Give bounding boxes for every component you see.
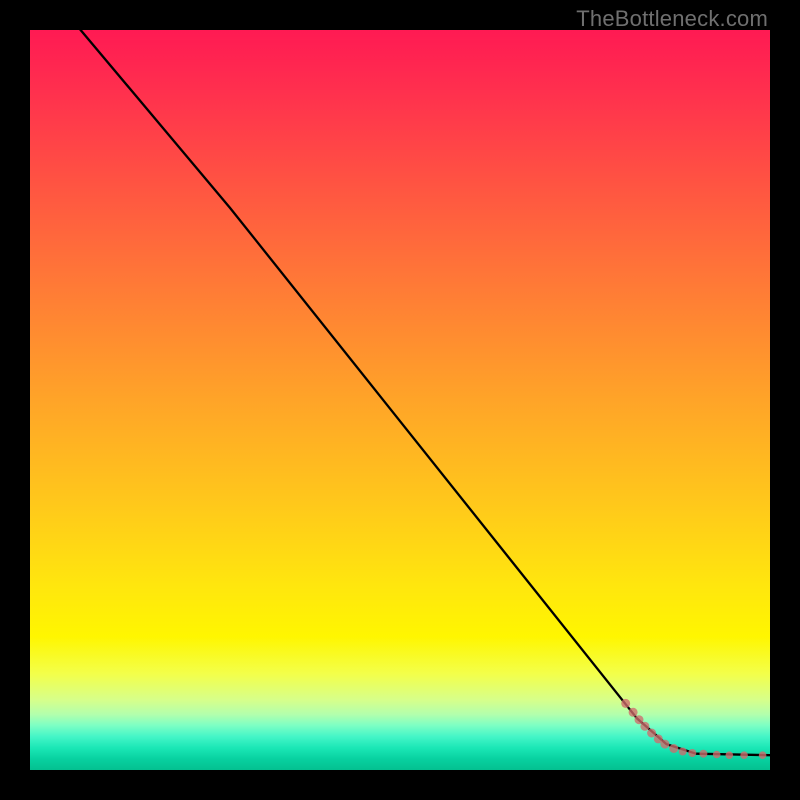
data-dot xyxy=(699,750,707,758)
attribution-label: TheBottleneck.com xyxy=(576,6,768,32)
data-dot xyxy=(713,751,721,759)
data-dot xyxy=(660,740,669,749)
chart-frame: TheBottleneck.com xyxy=(0,0,800,800)
data-dot xyxy=(688,749,696,757)
data-dot xyxy=(621,699,630,708)
data-dot xyxy=(669,744,678,753)
data-dot xyxy=(679,748,687,756)
data-dot xyxy=(759,751,767,759)
data-dot xyxy=(740,751,748,759)
dots-group xyxy=(621,699,766,759)
chart-overlay xyxy=(30,30,770,770)
data-dot xyxy=(640,722,649,731)
curve-line xyxy=(74,23,770,756)
data-dot xyxy=(629,708,638,717)
data-dot xyxy=(726,751,734,759)
